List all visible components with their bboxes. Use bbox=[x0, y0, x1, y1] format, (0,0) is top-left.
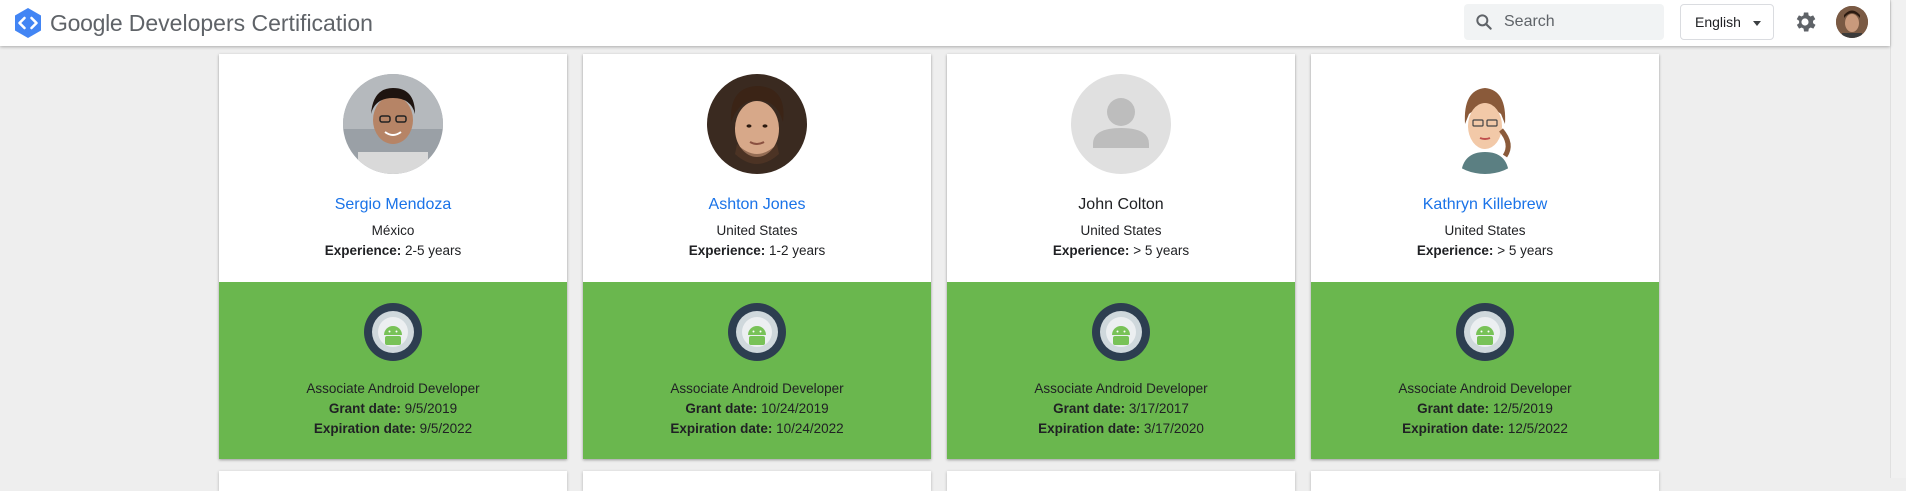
expiration-date-label: Expiration date: bbox=[670, 421, 773, 436]
expiration-date-value: 9/5/2022 bbox=[419, 421, 473, 436]
grant-date-value: 9/5/2019 bbox=[404, 401, 458, 416]
developers-logo-icon[interactable] bbox=[12, 7, 44, 39]
grant-date-value: 10/24/2019 bbox=[761, 401, 829, 416]
experience-label: Experience: bbox=[324, 243, 402, 258]
expiration-date-label: Expiration date: bbox=[1402, 421, 1505, 436]
experience-value: 2-5 years bbox=[405, 243, 462, 258]
account-avatar[interactable] bbox=[1836, 6, 1868, 38]
android-developer-badge-icon bbox=[728, 303, 786, 361]
android-developer-badge-icon bbox=[364, 303, 422, 361]
experience-label: Experience: bbox=[688, 243, 766, 258]
grant-date: Grant date: 9/5/2019 bbox=[219, 401, 567, 416]
grant-date: Grant date: 10/24/2019 bbox=[583, 401, 931, 416]
developer-card: John Colton United States Experience: > … bbox=[947, 54, 1295, 459]
developer-experience: Experience: 2-5 years bbox=[219, 243, 567, 258]
grant-date-label: Grant date: bbox=[685, 401, 758, 416]
profile-photo bbox=[707, 74, 807, 174]
brand-google: Google bbox=[50, 10, 123, 36]
certification-panel: Associate Android Developer Grant date: … bbox=[219, 282, 567, 459]
android-developer-badge-icon bbox=[1456, 303, 1514, 361]
search-input[interactable]: Search bbox=[1464, 4, 1664, 40]
grant-date: Grant date: 3/17/2017 bbox=[947, 401, 1295, 416]
certification-name: Associate Android Developer bbox=[306, 381, 480, 396]
developer-name: John Colton bbox=[1078, 196, 1164, 213]
certification-panel: Associate Android Developer Grant date: … bbox=[583, 282, 931, 459]
language-value: English bbox=[1695, 14, 1741, 30]
certification-name: Associate Android Developer bbox=[670, 381, 844, 396]
developer-card-next-row bbox=[583, 471, 931, 491]
profile-photo bbox=[1071, 74, 1171, 174]
top-app-bar: Google Developers Certification Search E… bbox=[0, 0, 1890, 46]
developer-card-next-row bbox=[1311, 471, 1659, 491]
developer-country: México bbox=[371, 223, 415, 238]
expiration-date-value: 12/5/2022 bbox=[1507, 421, 1568, 436]
certification-name: Associate Android Developer bbox=[1034, 381, 1208, 396]
grant-date-label: Grant date: bbox=[328, 401, 401, 416]
grant-date-label: Grant date: bbox=[1053, 401, 1126, 416]
grant-date-value: 3/17/2017 bbox=[1128, 401, 1189, 416]
site-title[interactable]: Google Developers Certification bbox=[50, 8, 373, 38]
expiration-date: Expiration date: 3/17/2020 bbox=[947, 421, 1295, 436]
developer-country: United States bbox=[1080, 223, 1162, 238]
expiration-date-label: Expiration date: bbox=[1038, 421, 1141, 436]
page-scrollbar[interactable] bbox=[1890, 0, 1906, 478]
certification-panel: Associate Android Developer Grant date: … bbox=[1311, 282, 1659, 459]
developer-name-link[interactable]: Ashton Jones bbox=[583, 196, 931, 214]
android-developer-badge-icon bbox=[1092, 303, 1150, 361]
developer-card-next-row bbox=[947, 471, 1295, 491]
language-select[interactable]: English bbox=[1680, 4, 1774, 40]
grant-date: Grant date: 12/5/2019 bbox=[1311, 401, 1659, 416]
brand-product: Developers Certification bbox=[128, 10, 373, 36]
profile-photo bbox=[1435, 74, 1535, 174]
experience-label: Experience: bbox=[1052, 243, 1130, 258]
developer-name-link[interactable]: Kathryn Killebrew bbox=[1311, 196, 1659, 214]
expiration-date: Expiration date: 9/5/2022 bbox=[219, 421, 567, 436]
experience-value: > 5 years bbox=[1497, 243, 1554, 258]
experience-label: Experience: bbox=[1416, 243, 1494, 258]
experience-value: 1-2 years bbox=[769, 243, 826, 258]
expiration-date: Expiration date: 10/24/2022 bbox=[583, 421, 931, 436]
developer-card: Kathryn Killebrew United States Experien… bbox=[1311, 54, 1659, 459]
search-placeholder: Search bbox=[1504, 13, 1555, 30]
grant-date-label: Grant date: bbox=[1417, 401, 1490, 416]
developer-country: United States bbox=[716, 223, 798, 238]
developer-card-next-row bbox=[219, 471, 567, 491]
experience-value: > 5 years bbox=[1133, 243, 1190, 258]
developer-experience: Experience: 1-2 years bbox=[583, 243, 931, 258]
developer-country: United States bbox=[1444, 223, 1526, 238]
profile-photo bbox=[343, 74, 443, 174]
developer-card: Ashton Jones United States Experience: 1… bbox=[583, 54, 931, 459]
dropdown-caret-icon bbox=[1753, 21, 1761, 26]
expiration-date-value: 10/24/2022 bbox=[776, 421, 844, 436]
gear-icon[interactable] bbox=[1792, 9, 1818, 35]
expiration-date: Expiration date: 12/5/2022 bbox=[1311, 421, 1659, 436]
certification-panel: Associate Android Developer Grant date: … bbox=[947, 282, 1295, 459]
expiration-date-label: Expiration date: bbox=[313, 421, 416, 436]
developer-name-link[interactable]: Sergio Mendoza bbox=[219, 196, 567, 214]
certification-name: Associate Android Developer bbox=[1398, 381, 1572, 396]
developer-experience: Experience: > 5 years bbox=[1311, 243, 1659, 258]
search-icon bbox=[1476, 14, 1492, 30]
expiration-date-value: 3/17/2020 bbox=[1143, 421, 1204, 436]
developer-card: Sergio Mendoza México Experience: 2-5 ye… bbox=[219, 54, 567, 459]
developer-experience: Experience: > 5 years bbox=[947, 243, 1295, 258]
grant-date-value: 12/5/2019 bbox=[1492, 401, 1553, 416]
